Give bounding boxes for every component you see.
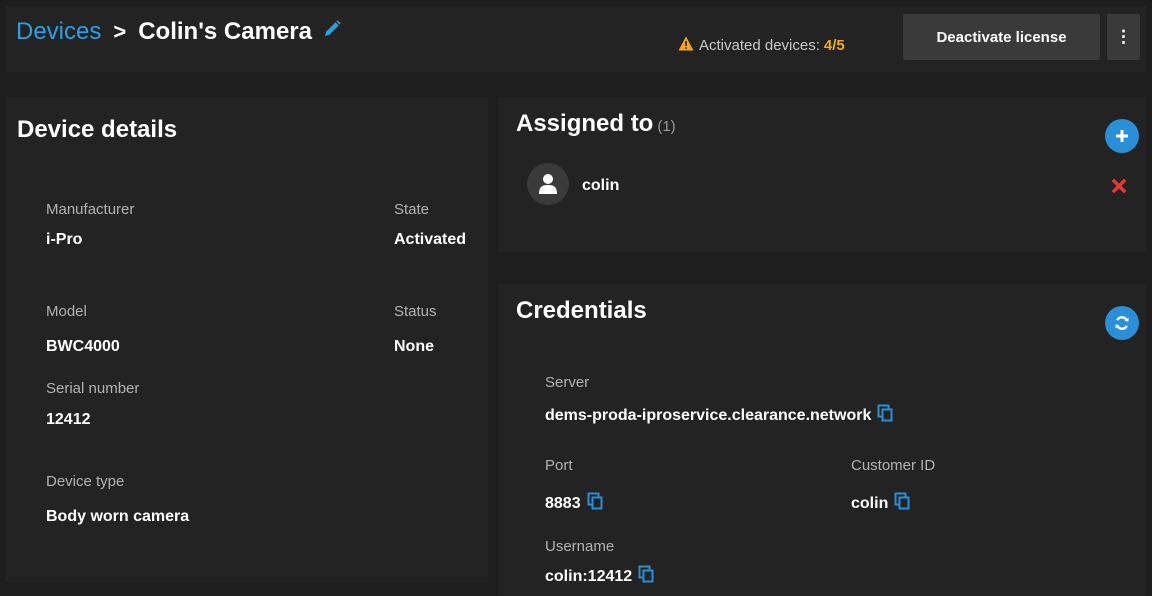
manufacturer-label: Manufacturer [46,201,135,218]
copy-icon[interactable] [587,492,603,515]
status-value: None [394,338,434,355]
device-type-value: Body worn camera [46,508,190,525]
customer-id-value-row: colin [851,492,910,515]
credentials-title: Credentials [516,297,647,324]
model-value: BWC4000 [46,338,120,355]
activated-devices-label: Activated devices: [699,37,820,54]
server-label: Server [545,374,590,391]
manufacturer-value: i-Pro [46,231,83,248]
server-value-row: dems-proda-iproservice.clearance.network [545,404,893,427]
state-label: State [394,201,430,218]
assigned-count: (1) [657,118,676,135]
model-label: Model [46,303,87,320]
breadcrumb-separator: > [113,19,127,44]
page-header: Devices > Colin's Camera Activated devic… [6,6,1146,72]
port-label: Port [545,457,573,474]
avatar [527,163,569,205]
deactivate-license-button[interactable]: Deactivate license [903,14,1100,60]
copy-icon[interactable] [638,565,654,588]
username-value-row: colin:12412 [545,565,654,588]
assigned-to-title-text: Assigned to [516,110,654,137]
port-value: 8883 [545,494,581,512]
plus-icon [1116,130,1128,142]
page-title: Colin's Camera [138,18,312,45]
customer-id-value: colin [851,494,889,512]
server-value: dems-proda-iproservice.clearance.network [545,406,872,424]
more-options-button[interactable]: ⋮ [1107,14,1140,60]
customer-id-label: Customer ID [851,457,936,474]
refresh-icon [1115,316,1129,330]
copy-icon[interactable] [894,492,910,515]
add-assignee-button[interactable] [1105,119,1139,153]
breadcrumb-devices-link[interactable]: Devices [16,18,101,46]
serial-number-value: 12412 [46,411,91,428]
device-details-panel: Device details Manufacturer i-Pro State … [6,97,488,582]
credentials-panel: Credentials Server dems-proda-iproservic… [498,284,1146,596]
warning-icon [678,36,694,55]
port-value-row: 8883 [545,492,603,515]
assigned-to-panel: Assigned to (1) colin [498,97,1146,252]
username-label: Username [545,538,615,555]
device-details-title: Device details [17,116,178,143]
activated-devices-count: 4/5 [823,37,845,54]
username-value: colin:12412 [545,567,633,585]
user-icon [539,174,557,194]
close-icon[interactable] [1111,178,1127,198]
breadcrumb: Devices > Colin's Camera [16,18,342,46]
assigned-to-title: Assigned to (1) [516,110,676,138]
serial-number-label: Serial number [46,380,140,397]
activated-devices-indicator: Activated devices: 4/5 [678,36,845,55]
assigned-user-name: colin [582,177,620,194]
state-value: Activated [394,231,467,248]
refresh-credentials-button[interactable] [1105,306,1139,340]
copy-icon[interactable] [877,404,893,427]
device-type-label: Device type [46,473,125,490]
pencil-icon[interactable] [322,18,342,46]
status-label: Status [394,303,437,320]
